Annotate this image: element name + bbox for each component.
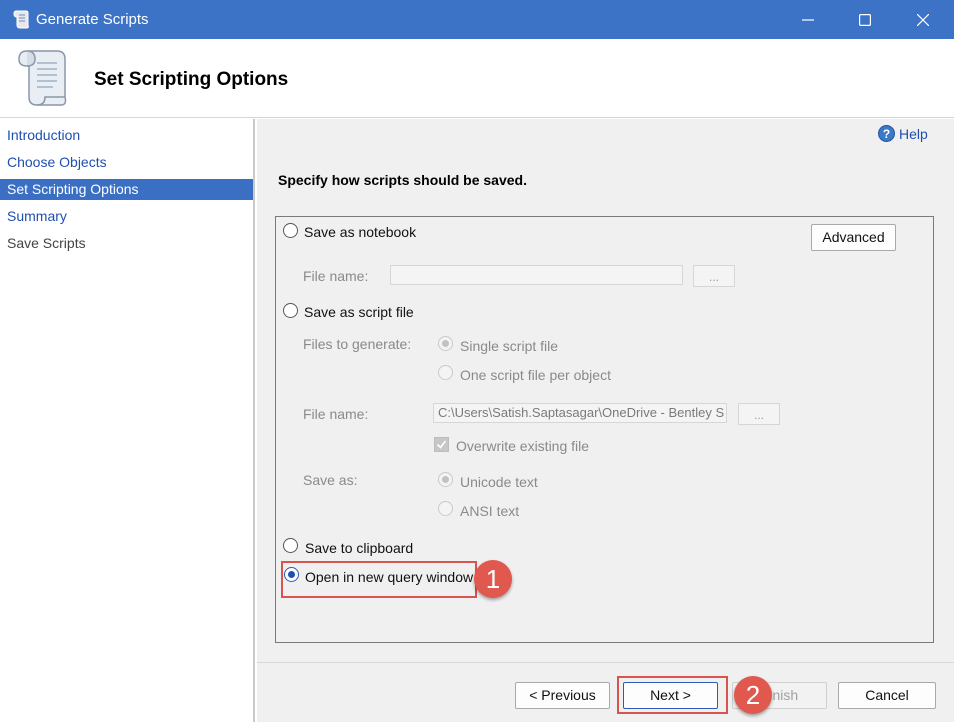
wizard-nav: Introduction Choose Objects Set Scriptin…	[0, 119, 255, 722]
help-icon: ?	[878, 125, 895, 142]
step-marker-2: 2	[734, 676, 772, 714]
title-bar: Generate Scripts	[0, 0, 954, 39]
help-link[interactable]: ? Help	[878, 125, 928, 142]
save-as-notebook-label: Save as notebook	[304, 224, 417, 240]
app-scroll-icon	[13, 10, 29, 29]
ansi-text-radio	[438, 501, 453, 516]
save-as-script-file-radio[interactable]	[283, 303, 298, 318]
script-file-name-field: C:\Users\Satish.Saptasagar\OneDrive - Be…	[433, 403, 727, 423]
highlight-query-window-option	[281, 561, 477, 598]
close-button[interactable]	[894, 0, 952, 39]
save-as-script-file-label: Save as script file	[304, 304, 414, 320]
ansi-text-label: ANSI text	[460, 503, 520, 519]
highlight-next-button	[617, 676, 728, 714]
nav-item-introduction[interactable]: Introduction	[0, 125, 253, 146]
instruction-text: Specify how scripts should be saved.	[278, 172, 527, 188]
notebook-file-name-field	[390, 265, 683, 285]
checkmark-icon	[436, 440, 447, 449]
one-file-per-object-label: One script file per object	[460, 367, 611, 383]
cancel-button[interactable]: Cancel	[838, 682, 936, 709]
nav-item-summary[interactable]: Summary	[0, 206, 253, 227]
minimize-button[interactable]	[779, 0, 837, 39]
save-as-label: Save as:	[303, 472, 358, 488]
overwrite-label: Overwrite existing file	[456, 438, 590, 454]
unicode-text-radio	[438, 472, 453, 487]
nav-item-save-scripts: Save Scripts	[7, 235, 86, 251]
notebook-browse-button: ...	[693, 265, 735, 287]
footer-separator	[257, 662, 954, 663]
minimize-icon	[802, 18, 814, 21]
previous-button[interactable]: < Previous	[515, 682, 610, 709]
single-script-file-label: Single script file	[460, 338, 559, 354]
window-title: Generate Scripts	[36, 11, 149, 28]
script-browse-button: ...	[738, 403, 780, 425]
one-file-per-object-radio	[438, 365, 453, 380]
save-to-clipboard-label: Save to clipboard	[305, 540, 414, 556]
scroll-icon	[18, 50, 67, 106]
save-as-notebook-radio[interactable]	[283, 223, 298, 238]
overwrite-checkbox	[434, 437, 449, 452]
help-label: Help	[899, 125, 928, 142]
script-file-name-label: File name:	[303, 406, 369, 422]
files-to-generate-label: Files to generate:	[303, 336, 412, 352]
advanced-button[interactable]: Advanced	[811, 224, 896, 251]
save-to-clipboard-radio[interactable]	[283, 538, 298, 553]
main-panel: ? Help Specify how scripts should be sav…	[257, 119, 954, 722]
nav-item-set-scripting-options[interactable]: Set Scripting Options	[0, 179, 253, 200]
wizard-header: Set Scripting Options	[0, 39, 954, 118]
close-icon	[917, 13, 929, 26]
single-script-file-radio	[438, 336, 453, 351]
maximize-button[interactable]	[836, 0, 894, 39]
maximize-icon	[859, 13, 871, 26]
unicode-text-label: Unicode text	[460, 474, 538, 490]
page-heading: Set Scripting Options	[94, 69, 289, 90]
notebook-file-name-label: File name:	[303, 268, 369, 284]
nav-item-choose-objects[interactable]: Choose Objects	[0, 152, 253, 173]
step-marker-1: 1	[474, 560, 512, 598]
